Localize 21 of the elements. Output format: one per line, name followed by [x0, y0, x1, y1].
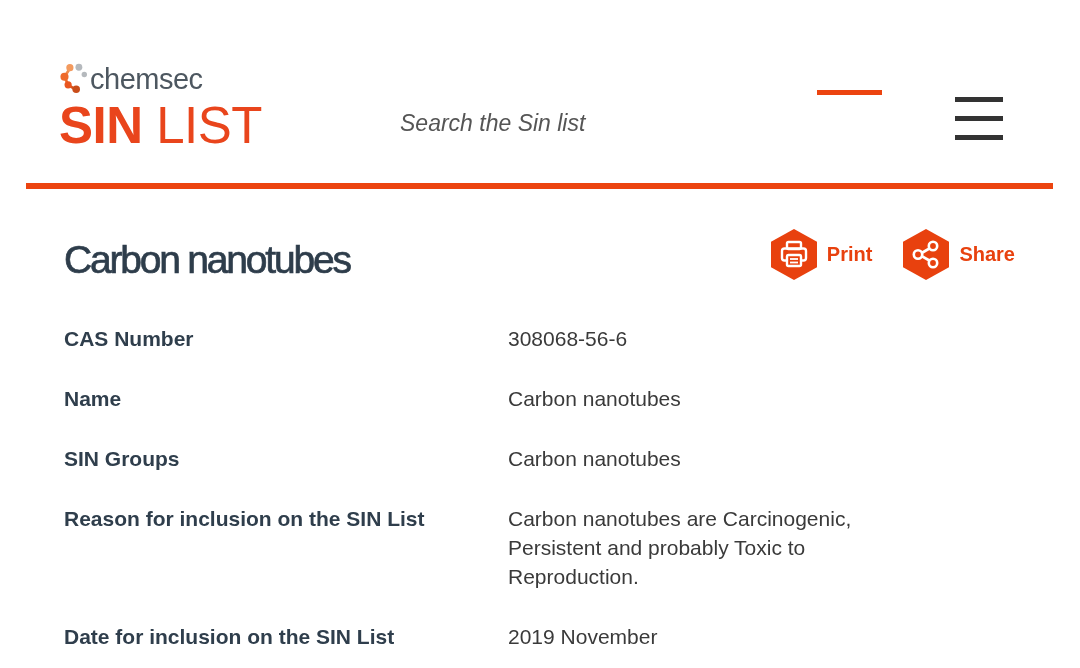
- menu-button[interactable]: [955, 97, 1003, 140]
- field-value: Carbon nanotubes are Carcinogenic, Persistent and probably Toxic to Reproduction.: [508, 506, 853, 590]
- printer-icon: [770, 228, 817, 280]
- field-value: 308068-56-6: [508, 326, 629, 352]
- field-label: Reason for inclusion on the SIN List: [64, 506, 426, 532]
- site-title: SIN LIST: [59, 99, 262, 153]
- field-value: 2019 November: [508, 624, 659, 650]
- print-button[interactable]: Print: [770, 228, 873, 280]
- menu-icon: [955, 97, 1003, 140]
- share-icon: [903, 228, 950, 280]
- brand-name: chemsec: [90, 62, 203, 97]
- search-field[interactable]: Search the Sin list: [400, 106, 700, 140]
- field-label: Name: [64, 386, 123, 412]
- field-value: Carbon nanotubes: [508, 446, 682, 472]
- field-value: Carbon nanotubes: [508, 386, 682, 412]
- field-label: SIN Groups: [64, 446, 181, 472]
- page-title: Carbon nanotubes: [64, 237, 350, 283]
- share-button[interactable]: Share: [903, 228, 1015, 280]
- dots-logo-icon: [60, 62, 87, 94]
- field-label: CAS Number: [64, 326, 195, 352]
- field-label: Date for inclusion on the SIN List: [64, 624, 396, 650]
